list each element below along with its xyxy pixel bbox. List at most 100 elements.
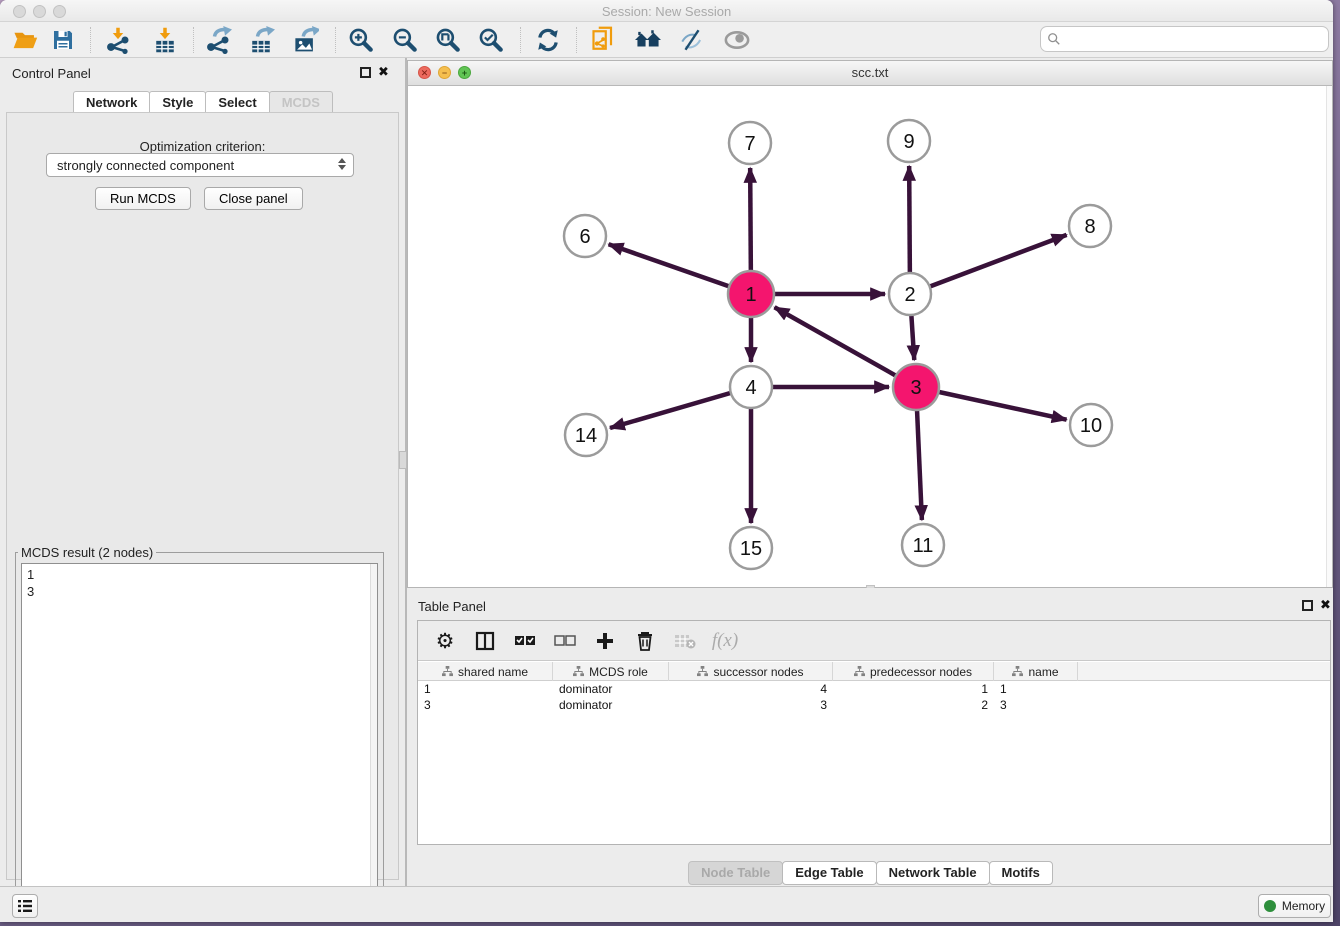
graph-node-3[interactable]: 3 [893,364,939,410]
table-cell[interactable]: 3 [418,697,553,713]
table-cell[interactable]: 3 [669,697,833,713]
memory-label: Memory [1282,899,1325,913]
table-toolbar: ⚙ f(x) [418,621,1330,661]
table-body: 1dominator4113dominator323 [418,681,1330,713]
svg-text:7: 7 [744,133,755,155]
column-header-successor-nodes[interactable]: successor nodes [669,662,833,681]
search-icon [1047,32,1061,46]
svg-text:1: 1 [745,284,756,306]
table-cell[interactable]: dominator [553,681,669,697]
mcds-result-title: MCDS result (2 nodes) [18,545,156,560]
tab-motifs[interactable]: Motifs [989,861,1053,885]
graph-node-11[interactable]: 11 [902,524,944,566]
select-all-icon[interactable] [512,628,538,654]
window-title: Session: New Session [0,4,1333,19]
svg-text:3: 3 [910,377,921,399]
memory-button[interactable]: Memory [1258,894,1331,918]
graph-node-2[interactable]: 2 [889,273,931,315]
table-columns-icon[interactable] [472,628,498,654]
optimization-criterion-label: Optimization criterion: [7,139,398,154]
close-panel-button[interactable]: Close panel [204,187,303,210]
graph-node-1[interactable]: 1 [728,271,774,317]
tab-node-table[interactable]: Node Table [688,861,783,885]
graph-node-10[interactable]: 10 [1070,404,1112,446]
svg-text:4: 4 [745,377,756,399]
hide-panel-icon[interactable] [677,25,707,55]
criterion-select[interactable]: strongly connected component [46,153,354,177]
network-scrollbar[interactable] [1326,86,1332,587]
zoom-in-icon[interactable] [346,25,376,55]
table-cell[interactable]: 4 [669,681,833,697]
delete-column-icon[interactable] [632,628,658,654]
export-table-icon[interactable] [246,25,276,55]
run-mcds-button[interactable]: Run MCDS [95,187,191,210]
svg-text:2: 2 [904,284,915,306]
table-tabs: Node TableEdge TableNetwork TableMotifs [407,861,1333,885]
main-toolbar [0,22,1333,58]
network-window-titlebar: ✕ − + scc.txt [408,61,1332,86]
table-cell[interactable]: 3 [994,697,1078,713]
zoom-fit-icon[interactable] [433,25,463,55]
svg-text:9: 9 [903,131,914,153]
table-settings-icon[interactable]: ⚙ [432,628,458,654]
search-input[interactable] [1065,29,1328,49]
close-panel-icon[interactable]: ✖ [378,64,389,80]
apply-layout-icon[interactable] [533,25,563,55]
node-table-container: ⚙ f(x) [417,620,1331,845]
node-table: shared nameMCDS rolesuccessor nodesprede… [418,662,1330,713]
table-header-row: shared nameMCDS rolesuccessor nodesprede… [418,662,1330,681]
import-table-icon[interactable] [150,25,180,55]
control-panel-title: Control Panel [12,66,91,81]
svg-text:15: 15 [740,538,762,560]
float-panel-icon[interactable] [360,67,371,78]
svg-text:8: 8 [1084,216,1095,238]
clone-network-icon[interactable] [589,25,619,55]
table-close-icon[interactable]: ✖ [1320,597,1331,613]
column-header-predecessor-nodes[interactable]: predecessor nodes [833,662,994,681]
graph-node-4[interactable]: 4 [730,366,772,408]
tab-network-table[interactable]: Network Table [876,861,990,885]
function-builder-icon: f(x) [712,628,738,654]
show-panel-icon[interactable] [722,25,752,55]
table-cell[interactable]: 2 [833,697,994,713]
open-session-icon[interactable] [10,25,40,55]
table-row[interactable]: 1dominator411 [418,681,1330,697]
table-cell[interactable]: 1 [994,681,1078,697]
delete-table-icon [672,628,698,654]
column-header-shared-name[interactable]: shared name [418,662,553,681]
mcds-result-text[interactable]: 1 3 [21,563,378,920]
search-box[interactable] [1040,26,1329,52]
graph-node-6[interactable]: 6 [564,215,606,257]
edge-2-8[interactable] [910,235,1067,294]
graph-node-8[interactable]: 8 [1069,205,1111,247]
deselect-all-icon[interactable] [552,628,578,654]
graph-node-15[interactable]: 15 [730,527,772,569]
column-header-name[interactable]: name [994,662,1078,681]
table-row[interactable]: 3dominator323 [418,697,1330,713]
panel-splitter-handle[interactable] [399,451,407,469]
table-panel-title: Table Panel [418,599,486,614]
result-scrollbar[interactable] [370,564,377,919]
table-cell[interactable]: 1 [418,681,553,697]
zoom-selected-icon[interactable] [476,25,506,55]
import-network-icon[interactable] [103,25,133,55]
table-float-icon[interactable] [1302,600,1313,611]
export-image-icon[interactable] [290,25,320,55]
graph-node-9[interactable]: 9 [888,120,930,162]
svg-text:10: 10 [1080,415,1102,437]
graph-node-7[interactable]: 7 [729,122,771,164]
edge-3-1[interactable] [775,307,916,387]
task-history-button[interactable] [12,894,38,918]
home-icon[interactable] [633,25,663,55]
table-cell[interactable]: 1 [833,681,994,697]
zoom-out-icon[interactable] [390,25,420,55]
table-cell[interactable]: dominator [553,697,669,713]
tab-edge-table[interactable]: Edge Table [782,861,876,885]
save-session-icon[interactable] [48,25,78,55]
graph-node-14[interactable]: 14 [565,414,607,456]
add-column-icon[interactable] [592,628,618,654]
export-network-icon[interactable] [203,25,233,55]
column-header-MCDS-role[interactable]: MCDS role [553,662,669,681]
svg-text:11: 11 [913,535,934,557]
network-canvas[interactable]: 7 9 6 8 1 2 4 3 14 10 15 11 [408,86,1332,587]
